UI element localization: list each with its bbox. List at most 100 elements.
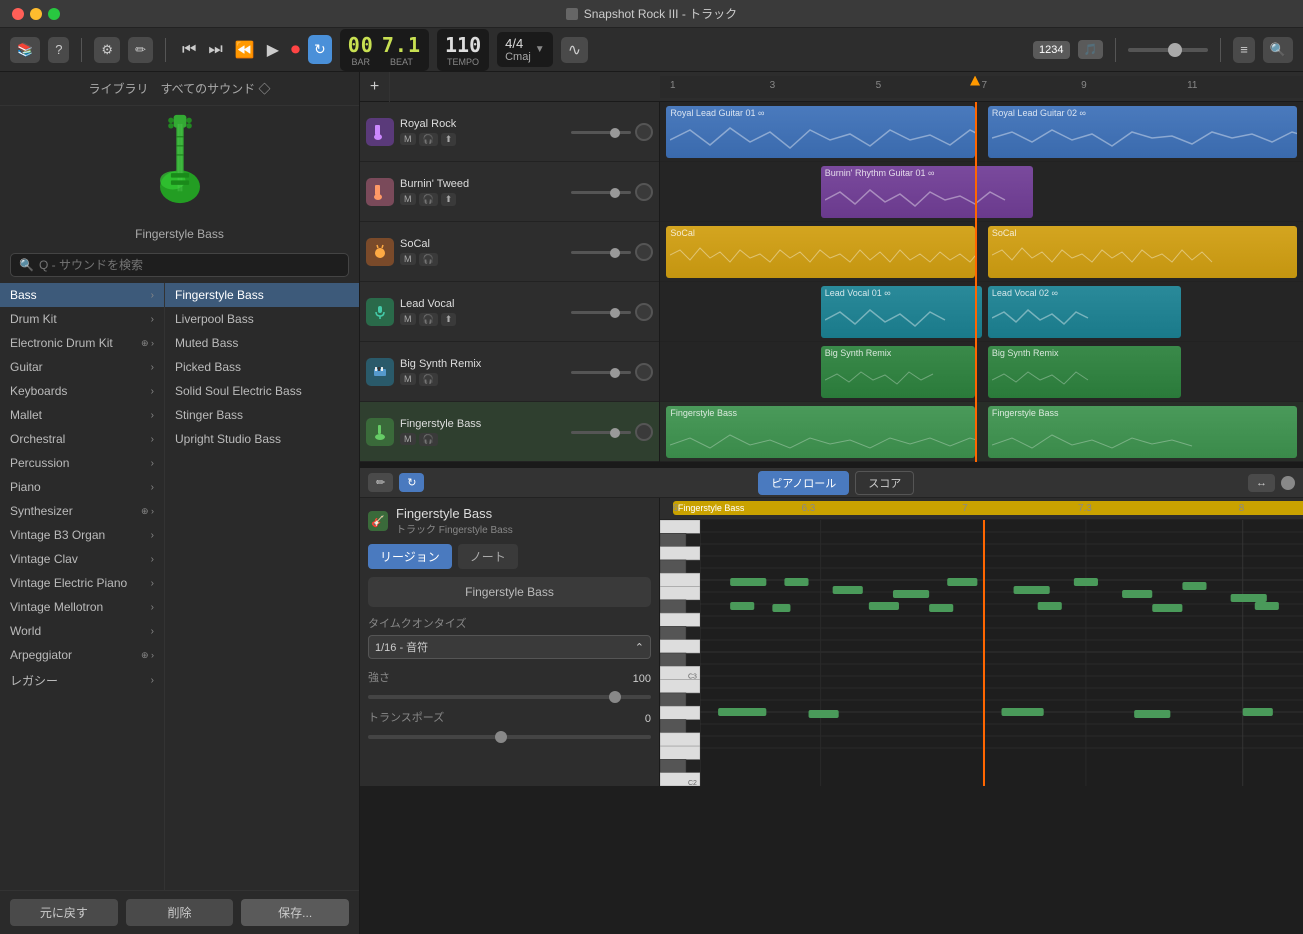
sound-liverpool-bass[interactable]: Liverpool Bass xyxy=(165,307,359,331)
sound-fingerstyle-bass[interactable]: Fingerstyle Bass xyxy=(165,283,359,307)
arr-clip[interactable]: Lead Vocal 02 ∞ xyxy=(988,286,1181,338)
category-keyboards[interactable]: Keyboards › xyxy=(0,379,164,403)
category-mallet[interactable]: Mallet › xyxy=(0,403,164,427)
expand-button[interactable]: ↔ xyxy=(1248,474,1275,492)
fast-forward-button[interactable]: ⏭ xyxy=(204,35,226,64)
arr-clip[interactable]: Lead Vocal 01 ∞ xyxy=(821,286,982,338)
category-guitar[interactable]: Guitar › xyxy=(0,355,164,379)
play-button[interactable]: ▶ xyxy=(263,35,283,64)
note-grid[interactable] xyxy=(700,520,1303,786)
arr-clip[interactable]: Fingerstyle Bass xyxy=(988,406,1297,458)
headphones-button[interactable]: 🎧 xyxy=(419,373,438,386)
velocity-slider[interactable] xyxy=(368,695,651,699)
time-sig-display[interactable]: 4/4 Cmaj ▼ xyxy=(497,32,553,67)
volume-thumb[interactable] xyxy=(610,428,620,438)
sound-upright-studio-bass[interactable]: Upright Studio Bass xyxy=(165,427,359,451)
category-piano[interactable]: Piano › xyxy=(0,475,164,499)
category-synthesizer[interactable]: Synthesizer ⊕ › xyxy=(0,499,164,523)
traffic-lights[interactable] xyxy=(12,8,60,20)
sound-solid-soul-bass[interactable]: Solid Soul Electric Bass xyxy=(165,379,359,403)
volume-thumb[interactable] xyxy=(1168,43,1182,57)
mute-button[interactable]: M xyxy=(400,253,416,265)
sound-muted-bass[interactable]: Muted Bass xyxy=(165,331,359,355)
pan-knob[interactable] xyxy=(635,303,653,321)
minimize-button[interactable] xyxy=(30,8,42,20)
delete-button[interactable]: 削除 xyxy=(126,899,234,926)
close-button[interactable] xyxy=(12,8,24,20)
volume-thumb[interactable] xyxy=(610,128,620,138)
headphones-button[interactable]: 🎧 xyxy=(419,433,438,446)
transpose-slider[interactable] xyxy=(368,735,651,739)
category-drum-kit[interactable]: Drum Kit › xyxy=(0,307,164,331)
maximize-button[interactable] xyxy=(48,8,60,20)
count-in-button[interactable]: 1234 xyxy=(1033,41,1069,59)
metronome-button[interactable]: 🎵 xyxy=(1078,40,1104,59)
mute-button[interactable]: M xyxy=(400,373,416,385)
arrangement-area[interactable]: Royal Lead Guitar 01 ∞ Royal Lead Guitar… xyxy=(660,102,1303,462)
list-view-button[interactable]: ≡ xyxy=(1233,37,1255,63)
arr-clip[interactable]: SoCal xyxy=(666,226,975,278)
quantize-select[interactable]: 1/16 - 音符 ⌃ xyxy=(368,635,651,659)
category-electronic-drum[interactable]: Electronic Drum Kit ⊕ › xyxy=(0,331,164,355)
help-button[interactable]: ? xyxy=(48,37,69,63)
pencil-tool-button[interactable]: ✏ xyxy=(368,473,393,492)
volume-slider[interactable] xyxy=(571,191,631,194)
skip-back-button[interactable]: ⏪ xyxy=(231,35,259,64)
record-button[interactable]: ⏺ xyxy=(287,35,304,64)
pan-knob[interactable] xyxy=(635,243,653,261)
velocity-thumb[interactable] xyxy=(609,691,621,703)
category-vintage-clav[interactable]: Vintage Clav › xyxy=(0,547,164,571)
category-orchestral[interactable]: Orchestral › xyxy=(0,427,164,451)
mute-button[interactable]: M xyxy=(400,433,416,445)
save-button[interactable]: 保存... xyxy=(241,899,349,926)
volume-slider[interactable] xyxy=(571,131,631,134)
volume-slider[interactable] xyxy=(571,251,631,254)
pan-knob[interactable] xyxy=(635,183,653,201)
category-vintage-electric[interactable]: Vintage Electric Piano › xyxy=(0,571,164,595)
settings-button[interactable]: ⚙ xyxy=(94,37,120,63)
category-arpeggiator[interactable]: Arpeggiator ⊕ › xyxy=(0,643,164,667)
headphones-button[interactable]: 🎧 xyxy=(419,193,438,206)
mute-button[interactable]: M xyxy=(400,193,416,205)
undo-button[interactable]: 元に戻す xyxy=(10,899,118,926)
volume-slider[interactable] xyxy=(571,371,631,374)
category-bass[interactable]: Bass › xyxy=(0,283,164,307)
category-legacy[interactable]: レガシー › xyxy=(0,667,164,694)
volume-thumb[interactable] xyxy=(610,248,620,258)
region-tab[interactable]: リージョン xyxy=(368,544,452,569)
curve-button[interactable]: ∿ xyxy=(561,37,588,63)
arr-clip[interactable]: Royal Lead Guitar 02 ∞ xyxy=(988,106,1297,158)
send-button[interactable]: ⬆ xyxy=(441,193,457,206)
score-tab[interactable]: スコア xyxy=(855,471,914,495)
volume-slider[interactable] xyxy=(571,431,631,434)
sound-picked-bass[interactable]: Picked Bass xyxy=(165,355,359,379)
master-volume-slider[interactable] xyxy=(1128,48,1208,52)
sound-stinger-bass[interactable]: Stinger Bass xyxy=(165,403,359,427)
headphones-button[interactable]: 🎧 xyxy=(419,133,438,146)
arr-clip[interactable]: Big Synth Remix xyxy=(821,346,975,398)
arr-clip[interactable]: SoCal xyxy=(988,226,1297,278)
search-box[interactable]: 🔍 xyxy=(10,253,349,277)
arr-clip[interactable]: Big Synth Remix xyxy=(988,346,1181,398)
send-button[interactable]: ⬆ xyxy=(441,313,457,326)
search-input[interactable] xyxy=(39,258,340,272)
transpose-thumb[interactable] xyxy=(495,731,507,743)
headphones-button[interactable]: 🎧 xyxy=(419,313,438,326)
loop-tool-button[interactable]: ↻ xyxy=(399,473,424,492)
tempo-display[interactable]: 110 TEMPO xyxy=(437,29,489,71)
volume-slider[interactable] xyxy=(571,311,631,314)
volume-thumb[interactable] xyxy=(610,308,620,318)
mute-button[interactable]: M xyxy=(400,313,416,325)
volume-thumb[interactable] xyxy=(610,368,620,378)
pencil-button[interactable]: ✏ xyxy=(128,37,153,63)
headphones-button[interactable]: 🎧 xyxy=(419,253,438,266)
view-toggle[interactable] xyxy=(1281,476,1295,490)
arr-clip[interactable]: Burnin' Rhythm Guitar 01 ∞ xyxy=(821,166,1033,218)
pan-knob[interactable] xyxy=(635,423,653,441)
time-sig-dropdown-icon[interactable]: ▼ xyxy=(535,44,545,55)
mute-button[interactable]: M xyxy=(400,133,416,145)
search-button[interactable]: 🔍 xyxy=(1263,37,1293,63)
send-button[interactable]: ⬆ xyxy=(441,133,457,146)
pan-knob[interactable] xyxy=(635,363,653,381)
rewind-button[interactable]: ⏮ xyxy=(178,35,200,64)
